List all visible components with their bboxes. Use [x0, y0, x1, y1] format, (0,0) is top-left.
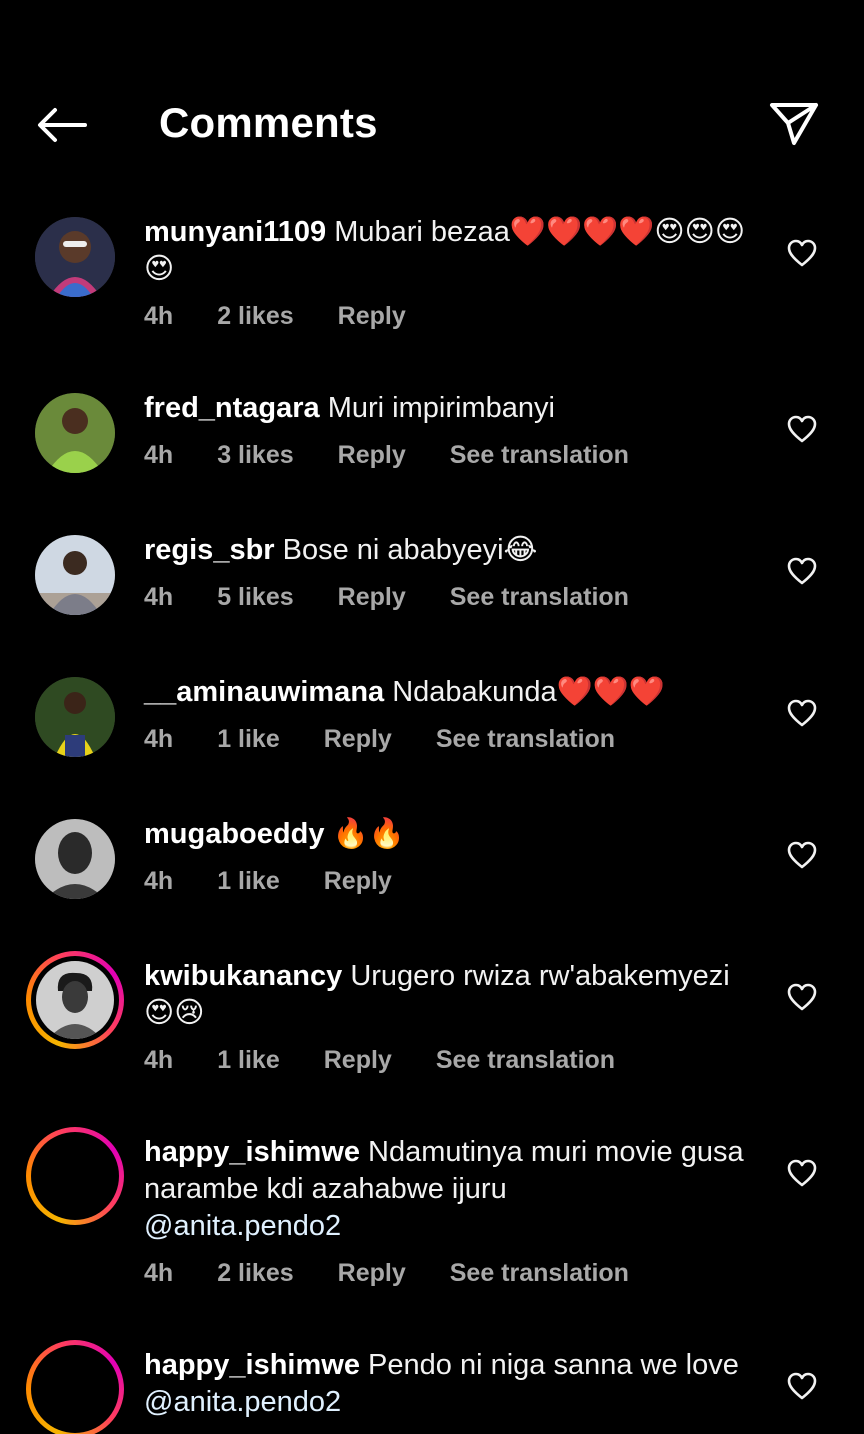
comment-text: Pendo ni niga sanna we love	[368, 1349, 739, 1381]
comment-body: munyani1109 Mubari bezaa❤️❤️❤️❤️😍😍😍😍	[144, 214, 764, 288]
likes-count[interactable]: 1 like	[217, 724, 280, 754]
comment-body: regis_sbr Bose ni ababyeyi😂	[144, 532, 764, 569]
heart-icon[interactable]	[786, 1158, 818, 1188]
back-button[interactable]	[30, 98, 92, 152]
comment-time: 4h	[144, 441, 174, 469]
comment-time: 4h	[144, 1259, 174, 1287]
comment-body: mugaboeddy 🔥🔥	[144, 816, 764, 853]
reply-button[interactable]: Reply	[324, 866, 392, 896]
avatar[interactable]	[35, 677, 115, 757]
comment-body: __aminauwimana Ndabakunda❤️❤️❤️	[144, 674, 764, 711]
mention-link[interactable]: @anita.pendo2	[144, 1210, 341, 1242]
avatar-story-ring[interactable]	[26, 1340, 124, 1434]
heart-icon[interactable]	[786, 556, 818, 586]
reply-button[interactable]: Reply	[338, 301, 406, 331]
heart-icon[interactable]	[786, 1371, 818, 1401]
see-translation-button[interactable]: See translation	[436, 724, 615, 754]
likes-count[interactable]: 1 like	[217, 866, 280, 896]
comment-username[interactable]: happy_ishimwe	[144, 1349, 360, 1381]
heart-icon[interactable]	[786, 414, 818, 444]
paper-plane-icon	[770, 103, 818, 145]
comment-body: happy_ishimwe Pendo ni niga sanna we lov…	[144, 1347, 764, 1421]
comment-body: kwibukanancy Urugero rwiza rw'abakemyezi…	[144, 958, 764, 1032]
share-button[interactable]	[764, 96, 824, 152]
heart-icon[interactable]	[786, 698, 818, 728]
comment-time: 4h	[144, 867, 174, 895]
comment-time: 4h	[144, 725, 174, 753]
comment-meta: 4h 1 like Reply See translation	[144, 724, 659, 754]
likes-count[interactable]: 2 likes	[217, 1258, 293, 1288]
comment-username[interactable]: fred_ntagara	[144, 392, 320, 424]
comment-meta: 4h 2 likes Reply See translation	[144, 1258, 673, 1288]
reply-button[interactable]: Reply	[338, 582, 406, 612]
avatar[interactable]	[35, 819, 115, 899]
arrow-left-icon	[38, 108, 87, 142]
header: Comments	[0, 0, 864, 190]
avatar[interactable]	[35, 535, 115, 615]
comment-body: happy_ishimwe Ndamutinya muri movie gusa…	[144, 1134, 764, 1245]
see-translation-button[interactable]: See translation	[450, 582, 629, 612]
heart-icon[interactable]	[786, 982, 818, 1012]
comment-meta: 4h 3 likes Reply See translation	[144, 440, 673, 470]
heart-icon[interactable]	[786, 238, 818, 268]
avatar-story-ring[interactable]	[26, 1127, 124, 1225]
comment-body: fred_ntagara Muri impirimbanyi	[144, 390, 764, 427]
avatar[interactable]	[35, 217, 115, 297]
comment-text: 🔥🔥	[332, 818, 405, 850]
comment-username[interactable]: __aminauwimana	[144, 676, 384, 708]
comment-meta: 4h 2 likes Reply	[144, 301, 450, 331]
heart-icon[interactable]	[786, 840, 818, 870]
comment-meta: 4h 5 likes Reply See translation	[144, 582, 673, 612]
see-translation-button[interactable]: See translation	[436, 1045, 615, 1075]
comment-username[interactable]: regis_sbr	[144, 534, 275, 566]
avatar-story-ring[interactable]	[26, 951, 124, 1049]
likes-count[interactable]: 5 likes	[217, 582, 293, 612]
comment-username[interactable]: kwibukanancy	[144, 960, 342, 992]
comment-meta: 4h 1 like Reply See translation	[144, 1045, 659, 1075]
page-title: Comments	[159, 99, 378, 146]
reply-button[interactable]: Reply	[338, 1258, 406, 1288]
comment-text: Bose ni ababyeyi😂	[282, 534, 538, 566]
comment-meta: 4h 1 like Reply	[144, 866, 436, 896]
reply-button[interactable]: Reply	[324, 1045, 392, 1075]
likes-count[interactable]: 1 like	[217, 1045, 280, 1075]
avatar[interactable]	[35, 393, 115, 473]
reply-button[interactable]: Reply	[324, 724, 392, 754]
comment-time: 4h	[144, 1046, 174, 1074]
comment-username[interactable]: munyani1109	[144, 216, 326, 248]
comment-time: 4h	[144, 583, 174, 611]
likes-count[interactable]: 2 likes	[217, 301, 293, 331]
see-translation-button[interactable]: See translation	[450, 1258, 629, 1288]
likes-count[interactable]: 3 likes	[217, 440, 293, 470]
comment-text: Muri impirimbanyi	[327, 392, 555, 424]
see-translation-button[interactable]: See translation	[450, 440, 629, 470]
comment-time: 4h	[144, 302, 174, 330]
comment-text: Ndabakunda❤️❤️❤️	[392, 676, 666, 708]
comment-username[interactable]: mugaboeddy	[144, 818, 324, 850]
reply-button[interactable]: Reply	[338, 440, 406, 470]
mention-link[interactable]: @anita.pendo2	[144, 1386, 341, 1418]
comment-username[interactable]: happy_ishimwe	[144, 1136, 360, 1168]
